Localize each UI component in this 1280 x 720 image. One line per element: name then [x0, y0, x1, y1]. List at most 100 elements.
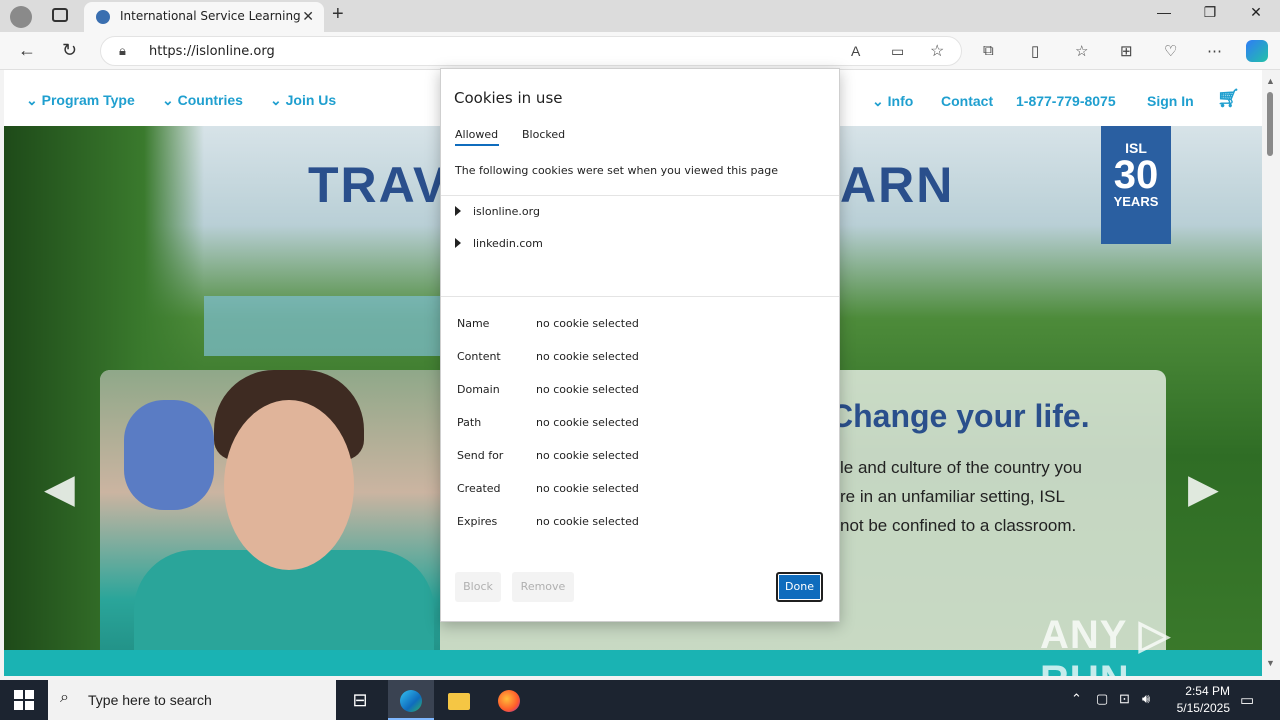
isl-30-years-badge: ISL 30 YEARS — [1101, 126, 1171, 244]
field-value: no cookie selected — [536, 416, 639, 429]
dialog-description: The following cookies were set when you … — [455, 164, 778, 177]
cookie-site-row[interactable]: linkedin.com — [455, 237, 543, 250]
field-value: no cookie selected — [536, 317, 639, 330]
field-value: no cookie selected — [536, 449, 639, 462]
field-value: no cookie selected — [536, 350, 639, 363]
carousel-prev-icon[interactable]: ◀ — [44, 466, 75, 512]
profile-icon[interactable] — [10, 6, 32, 28]
divider — [441, 296, 839, 297]
field-label: Expires — [457, 515, 498, 528]
hero-headline-left: TRAV — [308, 157, 449, 213]
url-text: https://islonline.org — [149, 44, 275, 59]
field-label: Path — [457, 416, 482, 429]
hero-sea — [204, 296, 464, 356]
search-placeholder: Type here to search — [88, 692, 212, 708]
lock-icon[interactable]: 🔒︎ — [119, 43, 126, 59]
favorite-star-icon[interactable]: ☆ — [930, 41, 944, 61]
show-hidden-icons[interactable]: ⌃ — [1071, 691, 1082, 707]
tab-title: International Service Learning — [120, 9, 301, 23]
painted-hand — [124, 400, 214, 510]
nav-countries[interactable]: ⌄ Countries — [162, 92, 243, 109]
dialog-title: Cookies in use — [454, 89, 563, 107]
close-tab-icon[interactable]: ✕ — [302, 8, 314, 25]
tab-international-service-learning[interactable]: International Service Learning ✕ — [84, 2, 324, 32]
expand-triangle-icon — [455, 238, 461, 248]
file-explorer-icon[interactable] — [436, 680, 482, 720]
cart-icon[interactable]: 🛒︎ — [1217, 88, 1240, 109]
read-aloud-icon[interactable]: A — [851, 43, 860, 59]
field-label: Domain — [457, 383, 500, 396]
nav-program-type[interactable]: ⌄ Program Type — [26, 92, 135, 109]
divider — [441, 195, 839, 196]
minimize-button[interactable]: — — [1141, 4, 1187, 20]
restore-button[interactable]: ❐ — [1187, 4, 1233, 21]
notifications-icon[interactable]: ▭ — [1240, 691, 1254, 709]
card-text-line: re in an unfamiliar setting, ISL — [840, 487, 1065, 506]
close-window-button[interactable]: ✕ — [1233, 4, 1279, 21]
chevron-down-icon: ⌄ — [270, 92, 286, 108]
browser-tab-strip: International Service Learning ✕ + — ❐ ✕ — [0, 0, 1280, 32]
split-screen-icon[interactable]: ▯ — [1031, 42, 1039, 60]
browser-toolbar: ← ↻ 🔒︎ https://islonline.org A ▭ ☆ ⧉ ▯ ☆… — [0, 32, 1280, 70]
chevron-down-icon: ⌄ — [162, 92, 178, 108]
badge-years: YEARS — [1113, 194, 1159, 209]
edge-taskbar-icon[interactable] — [388, 680, 434, 720]
scroll-down-icon[interactable]: ▼ — [1266, 658, 1275, 668]
task-view-icon[interactable]: ⊟ — [337, 680, 383, 720]
cookies-in-use-dialog: Cookies in use Allowed Blocked The follo… — [440, 68, 840, 622]
card-text-line: le and culture of the country you — [840, 458, 1082, 477]
extensions-icon[interactable]: ⧉ — [983, 42, 994, 59]
nav-phone[interactable]: 1-877-779-8075 — [1016, 93, 1116, 109]
collections-icon[interactable]: ⊞ — [1120, 42, 1133, 60]
nav-join-us[interactable]: ⌄ Join Us — [270, 92, 336, 109]
field-label: Created — [457, 482, 501, 495]
carousel-next-icon[interactable]: ▶ — [1188, 466, 1219, 512]
block-button[interactable]: Block — [455, 572, 501, 602]
scroll-thumb[interactable] — [1267, 92, 1273, 156]
settings-more-icon[interactable]: ⋯ — [1207, 42, 1222, 60]
firefox-icon[interactable] — [486, 680, 532, 720]
immersive-reader-icon[interactable]: ▭ — [891, 43, 904, 60]
nav-contact[interactable]: Contact — [941, 93, 993, 109]
done-button[interactable]: Done — [776, 572, 823, 602]
tab-blocked[interactable]: Blocked — [522, 128, 565, 141]
anyrun-watermark: ANY ▷ RUN — [1040, 613, 1171, 676]
refresh-icon[interactable]: ↻ — [62, 40, 77, 61]
remove-button[interactable]: Remove — [512, 572, 574, 602]
cookie-site-row[interactable]: islonline.org — [455, 205, 540, 218]
tab-allowed[interactable]: Allowed — [455, 128, 498, 141]
badge-number: 30 — [1113, 153, 1159, 197]
nav-sign-in[interactable]: Sign In — [1147, 93, 1194, 109]
nav-info[interactable]: ⌄ Info — [872, 93, 913, 110]
chevron-down-icon: ⌄ — [26, 92, 42, 108]
browser-essentials-icon[interactable]: ♡ — [1164, 42, 1177, 60]
field-value: no cookie selected — [536, 482, 639, 495]
new-tab-button[interactable]: + — [332, 3, 344, 26]
device-icon[interactable]: ▢ — [1096, 691, 1108, 707]
clock-time[interactable]: 2:54 PM — [1170, 684, 1230, 698]
taskbar-search-input[interactable]: ⌕ Type here to search — [48, 680, 336, 720]
hero-headline-right: ARN — [840, 157, 955, 213]
field-value: no cookie selected — [536, 383, 639, 396]
search-icon: ⌕ — [60, 689, 69, 706]
field-label: Content — [457, 350, 501, 363]
field-label: Name — [457, 317, 490, 330]
chevron-down-icon: ⌄ — [872, 93, 888, 109]
address-bar[interactable]: 🔒︎ https://islonline.org A ▭ ☆ — [100, 36, 962, 66]
expand-triangle-icon — [455, 206, 461, 216]
page-scrollbar[interactable]: ▲ ▼ — [1262, 70, 1280, 676]
favorites-icon[interactable]: ☆ — [1075, 42, 1088, 60]
volume-icon[interactable]: 🔊︎ — [1142, 691, 1150, 707]
field-value: no cookie selected — [536, 515, 639, 528]
scroll-up-icon[interactable]: ▲ — [1266, 76, 1275, 86]
tab-actions-icon[interactable] — [52, 8, 68, 22]
back-icon[interactable]: ← — [18, 40, 36, 61]
windows-start-icon[interactable] — [14, 690, 34, 710]
site-favicon-icon — [96, 10, 110, 24]
windows-taskbar: ⌕ Type here to search ⊟ ⌃ ▢ ⊡ 🔊︎ 2:54 PM… — [0, 680, 1280, 720]
card-heading: Change your life. — [830, 398, 1090, 434]
copilot-icon[interactable] — [1246, 40, 1268, 62]
clock-date[interactable]: 5/15/2025 — [1160, 701, 1230, 715]
network-icon[interactable]: ⊡ — [1119, 691, 1130, 707]
card-text-line: not be confined to a classroom. — [840, 516, 1077, 535]
